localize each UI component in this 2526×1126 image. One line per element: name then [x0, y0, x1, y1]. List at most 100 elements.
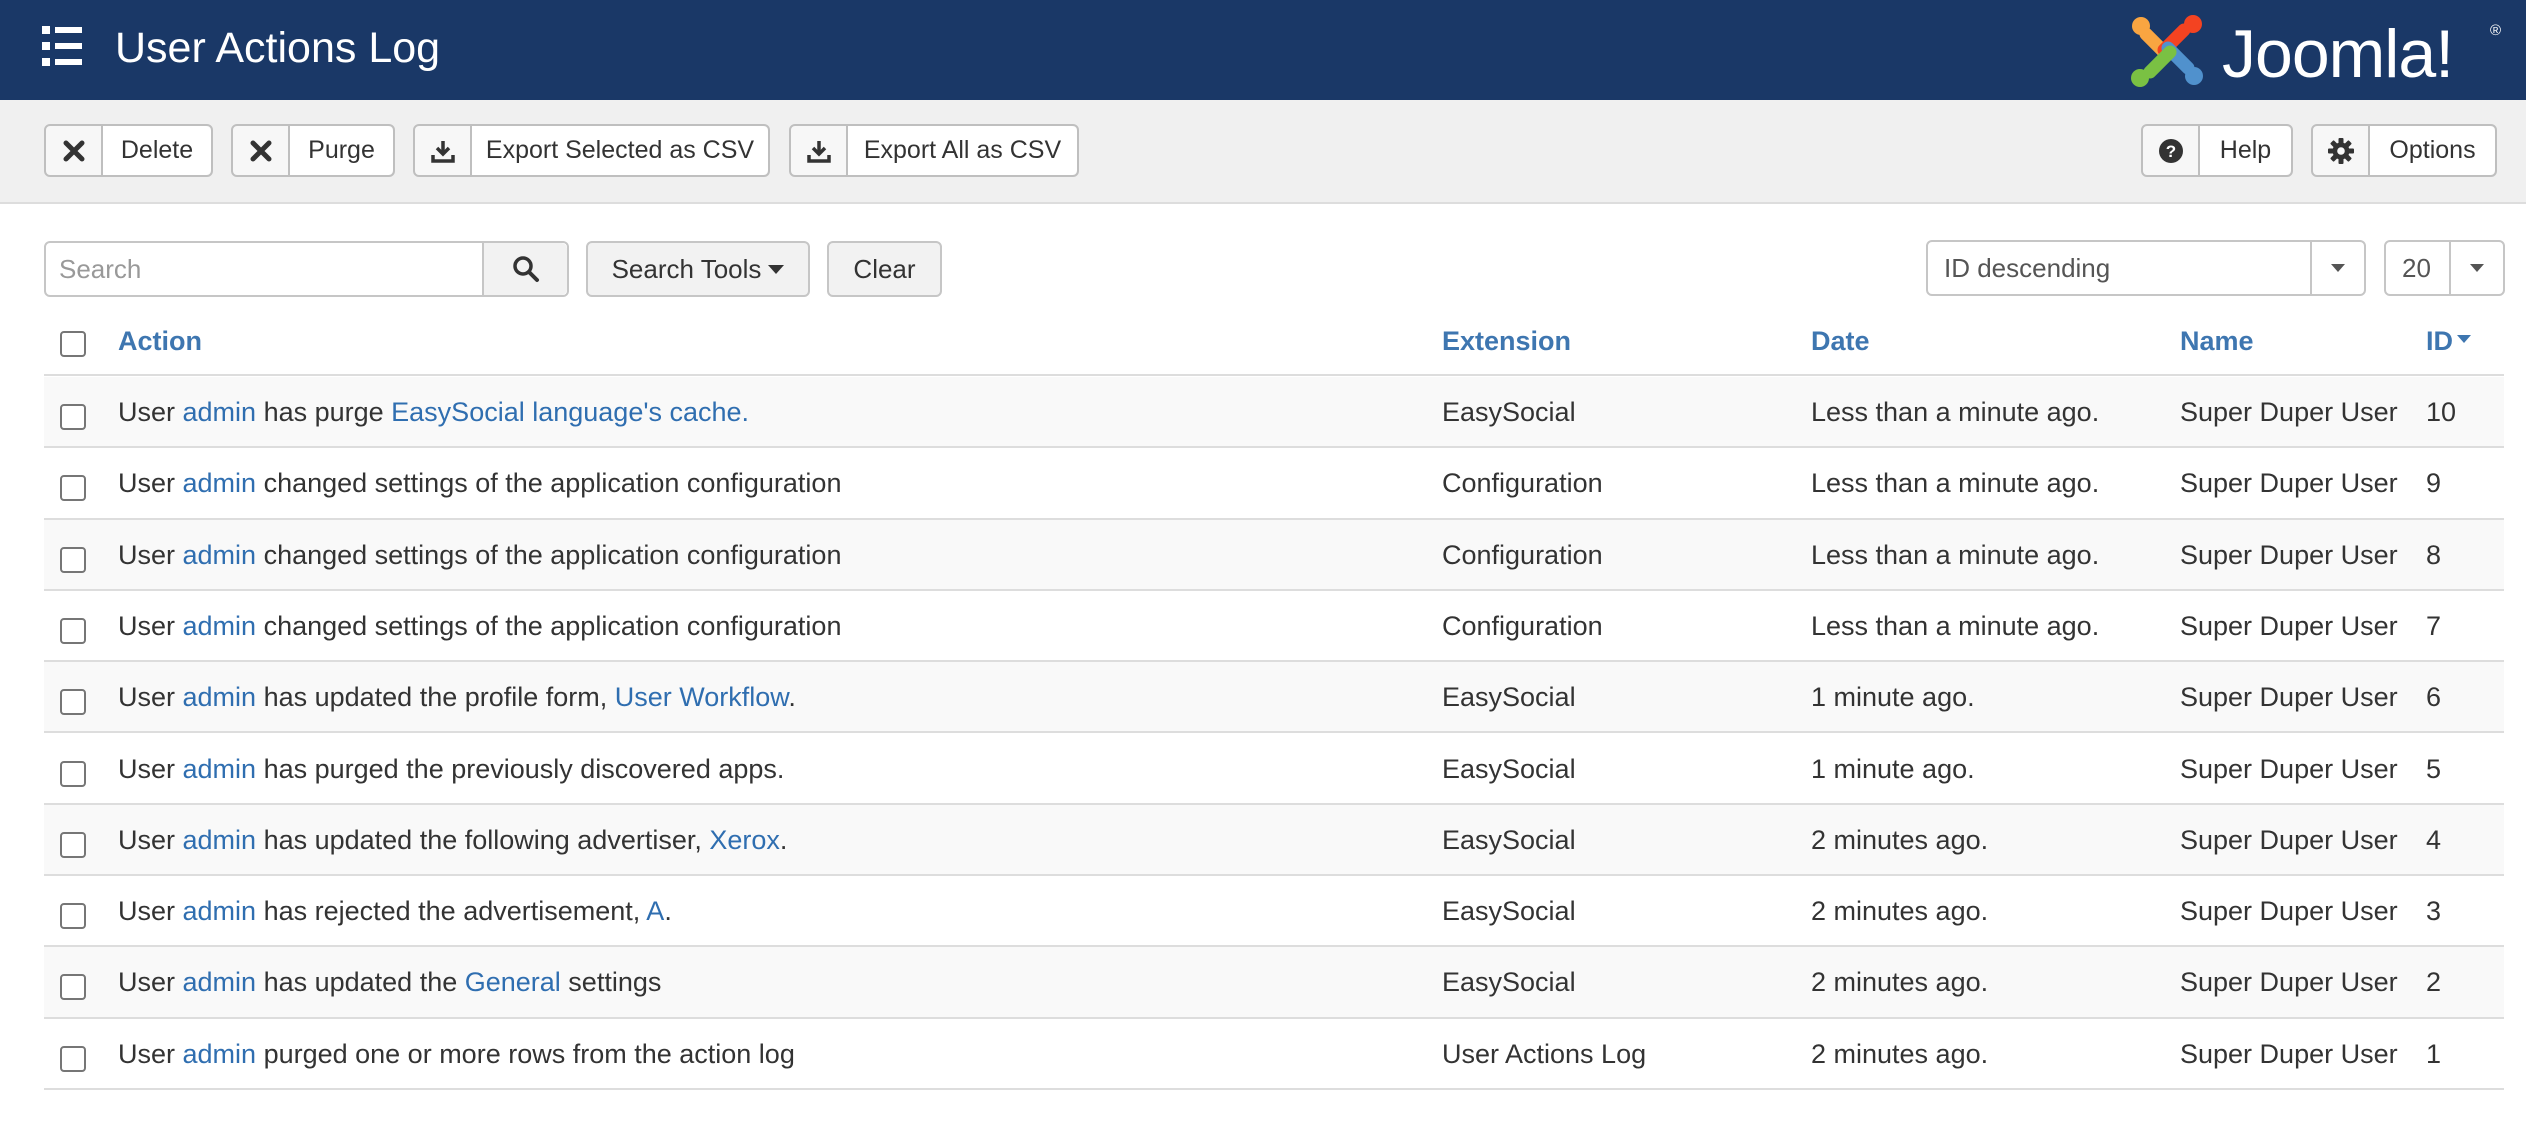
search-box — [44, 241, 569, 297]
id-cell: 8 — [2426, 539, 2442, 570]
date-cell: Less than a minute ago. — [1811, 539, 2100, 570]
column-header-extension[interactable]: Extension — [1442, 326, 1571, 357]
row-checkbox[interactable] — [60, 689, 86, 716]
id-cell: 7 — [2426, 610, 2442, 641]
row-checkbox[interactable] — [60, 974, 86, 1001]
extension-cell: EasySocial — [1442, 682, 1576, 713]
action-link[interactable]: admin — [183, 896, 257, 926]
action-text: User — [118, 682, 183, 713]
action-text: purged one or more rows from the action … — [256, 1038, 795, 1069]
table-row: User admin has updated the profile form,… — [44, 662, 2504, 734]
table-row: User admin changed settings of the appli… — [44, 519, 2504, 591]
export-selected-csv-button[interactable]: Export Selected as CSV — [413, 124, 770, 177]
name-cell: Super Duper User — [2180, 896, 2398, 927]
row-checkbox[interactable] — [60, 404, 86, 430]
page-title: User Actions Log — [115, 24, 441, 72]
action-text: User — [118, 753, 183, 784]
header-bar: User Actions Log Joomla! ® — [0, 0, 2526, 100]
registered-mark: ® — [2490, 22, 2502, 39]
action-cell: User admin has updated the profile form,… — [118, 681, 796, 713]
date-cell: 1 minute ago. — [1811, 682, 1975, 713]
action-link[interactable]: admin — [183, 540, 257, 570]
action-text: has updated the following advertiser, — [256, 824, 710, 855]
action-link[interactable]: User Workflow — [615, 682, 789, 712]
action-text: . — [664, 896, 672, 927]
action-cell: User admin has purge EasySocial language… — [118, 396, 749, 428]
row-checkbox[interactable] — [60, 760, 86, 787]
action-link[interactable]: admin — [183, 825, 257, 855]
ordering-value: ID descending — [1944, 252, 2111, 283]
help-button[interactable]: ? Help — [2141, 124, 2293, 177]
column-header-id[interactable]: ID — [2426, 326, 2471, 357]
list-limit-select[interactable]: 20 — [2384, 240, 2505, 296]
row-checkbox[interactable] — [60, 831, 86, 858]
action-link[interactable]: General — [465, 967, 561, 997]
table-row: User admin has purge EasySocial language… — [44, 377, 2504, 449]
row-checkbox[interactable] — [60, 1045, 86, 1072]
search-input[interactable] — [46, 243, 483, 295]
search-icon — [512, 256, 539, 282]
column-header-date[interactable]: Date — [1811, 326, 1870, 357]
row-checkbox[interactable] — [60, 546, 86, 573]
row-checkbox[interactable] — [60, 617, 86, 644]
action-link[interactable]: Xerox — [709, 825, 780, 855]
id-cell: 6 — [2426, 682, 2442, 713]
table-row: User admin purged one or more rows from … — [44, 1018, 2504, 1090]
action-link[interactable]: A — [646, 896, 664, 926]
extension-cell: User Actions Log — [1442, 1038, 1647, 1069]
export-all-label: Export All as CSV — [848, 126, 1077, 175]
search-button[interactable] — [482, 243, 567, 295]
action-text: User — [118, 397, 183, 427]
download-icon — [791, 126, 848, 175]
id-cell: 10 — [2426, 397, 2457, 427]
id-cell: 2 — [2426, 967, 2442, 998]
action-link[interactable]: admin — [183, 611, 257, 641]
action-cell: User admin has updated the General setti… — [118, 966, 661, 998]
ordering-select[interactable]: ID descending — [1926, 240, 2366, 296]
action-cell: User admin has purged the previously dis… — [118, 753, 784, 785]
name-cell: Super Duper User — [2180, 1038, 2398, 1069]
id-cell: 1 — [2426, 1038, 2442, 1069]
row-checkbox[interactable] — [60, 475, 86, 502]
caret-down-icon — [768, 264, 785, 274]
joomla-logo[interactable]: Joomla! ® — [2128, 8, 2504, 94]
question-circle-icon: ? — [2143, 126, 2200, 175]
column-header-name[interactable]: Name — [2180, 326, 2254, 357]
extension-cell: EasySocial — [1442, 824, 1576, 855]
select-all-checkbox[interactable] — [60, 331, 86, 357]
delete-button[interactable]: Delete — [44, 124, 213, 177]
column-header-action[interactable]: Action — [118, 326, 202, 357]
name-cell: Super Duper User — [2180, 682, 2398, 713]
action-link[interactable]: EasySocial language's cache. — [391, 397, 749, 427]
extension-cell: EasySocial — [1442, 896, 1576, 927]
name-cell: Super Duper User — [2180, 539, 2398, 570]
row-checkbox[interactable] — [60, 903, 86, 930]
export-all-csv-button[interactable]: Export All as CSV — [789, 124, 1079, 177]
action-text: has updated the — [256, 967, 465, 998]
name-cell: Super Duper User — [2180, 468, 2398, 499]
search-tools-button[interactable]: Search Tools — [586, 241, 810, 297]
action-link[interactable]: admin — [183, 1039, 257, 1069]
action-text: has purge — [256, 397, 392, 427]
action-cell: User admin purged one or more rows from … — [118, 1038, 795, 1070]
action-link[interactable]: admin — [183, 397, 257, 427]
date-cell: Less than a minute ago. — [1811, 397, 2100, 427]
date-cell: Less than a minute ago. — [1811, 610, 2100, 641]
purge-button[interactable]: Purge — [231, 124, 395, 177]
action-link[interactable]: admin — [183, 682, 257, 712]
action-cell: User admin has updated the following adv… — [118, 824, 787, 856]
menu-list-icon[interactable] — [40, 24, 84, 68]
action-text: has purged the previously discovered app… — [256, 753, 785, 784]
chevron-down-icon — [2449, 242, 2503, 294]
action-cell: User admin changed settings of the appli… — [118, 467, 841, 499]
name-cell: Super Duper User — [2180, 753, 2398, 784]
id-cell: 4 — [2426, 824, 2442, 855]
action-text: . — [779, 824, 788, 855]
options-button[interactable]: Options — [2311, 124, 2497, 177]
options-button-label: Options — [2370, 126, 2495, 175]
action-link[interactable]: admin — [183, 754, 257, 784]
action-link[interactable]: admin — [183, 468, 257, 498]
action-link[interactable]: admin — [183, 967, 257, 997]
clear-button[interactable]: Clear — [827, 241, 942, 297]
extension-cell: EasySocial — [1442, 967, 1576, 998]
